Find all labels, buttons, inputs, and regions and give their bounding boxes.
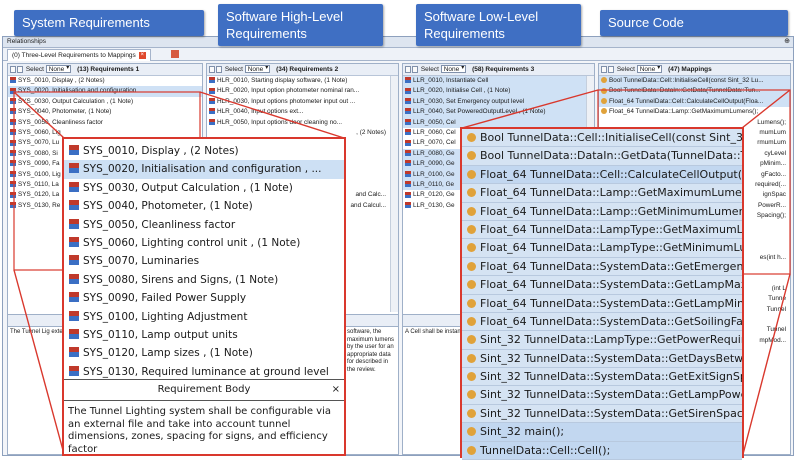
connector-line bbox=[13, 269, 65, 455]
requirement-icon bbox=[69, 218, 79, 229]
requirement-icon bbox=[69, 236, 79, 247]
function-icon bbox=[467, 280, 476, 290]
requirement-icon bbox=[69, 200, 79, 211]
zoom-source-code: Bool TunnelData::Cell::InitialiseCell(co… bbox=[460, 127, 744, 461]
list-item[interactable]: Float_64 TunnelData::SystemData::GetLamp… bbox=[462, 294, 742, 313]
function-icon bbox=[467, 427, 476, 437]
connector-line bbox=[13, 91, 65, 139]
list-item[interactable]: Float_64 TunnelData::SystemData::GetSoil… bbox=[462, 312, 742, 332]
function-icon bbox=[467, 261, 476, 271]
list-item[interactable]: Bool TunnelData::Cell::InitialiseCell(co… bbox=[462, 129, 742, 148]
list-item[interactable]: Float_64 TunnelData::SystemData::GetEmer… bbox=[462, 257, 742, 277]
function-icon bbox=[467, 353, 476, 363]
function-icon bbox=[467, 169, 476, 179]
function-icon bbox=[467, 243, 476, 253]
list-item[interactable]: Sint_32 TunnelData::SystemData::GetDaysB… bbox=[462, 349, 742, 369]
list-item[interactable]: SYS_0010, Display , (2 Notes) bbox=[64, 142, 344, 160]
list-item[interactable]: Sint_32 main(); bbox=[462, 423, 742, 442]
requirement-icon bbox=[69, 328, 79, 339]
list-item[interactable]: Float_64 TunnelData::LampType::GetMinimu… bbox=[462, 239, 742, 258]
function-icon bbox=[467, 224, 476, 234]
function-icon bbox=[467, 335, 476, 345]
list-item[interactable]: Sint_32 TunnelData::LampType::GetPowerRe… bbox=[462, 331, 742, 350]
function-icon bbox=[467, 445, 476, 455]
list-item[interactable]: SYS_0060, Lighting control unit , (1 Not… bbox=[64, 234, 344, 252]
zoom-source-list: Bool TunnelData::Cell::InitialiseCell(co… bbox=[462, 129, 742, 461]
zoom-system-requirements: SYS_0010, Display , (2 Notes) SYS_0020, … bbox=[62, 137, 346, 456]
list-item[interactable]: Float_64 TunnelData::SystemData::GetLamp… bbox=[462, 276, 742, 295]
list-item[interactable]: SYS_0120, Lamp sizes , (1 Note) bbox=[64, 344, 344, 362]
list-item[interactable]: Sint_32 TunnelData::SystemData::GetExitS… bbox=[462, 368, 742, 387]
function-icon bbox=[467, 133, 476, 142]
list-item[interactable]: Sint_32 TunnelData::SystemData::GetLampP… bbox=[462, 386, 742, 405]
requirement-icon bbox=[69, 365, 79, 376]
function-icon bbox=[467, 298, 476, 308]
connector-line bbox=[461, 89, 599, 129]
function-icon bbox=[467, 316, 476, 326]
requirement-icon bbox=[69, 310, 79, 321]
requirement-icon bbox=[69, 255, 79, 266]
requirement-body-text: The Tunnel Lighting system shall be conf… bbox=[68, 406, 331, 455]
function-icon bbox=[467, 372, 476, 382]
connector-line bbox=[741, 273, 791, 459]
function-icon bbox=[467, 408, 476, 418]
list-item[interactable]: SYS_0070, Luminaries bbox=[64, 252, 344, 270]
stage: Relationships ⊕ (0) Three-Level Requirem… bbox=[0, 0, 796, 471]
list-item[interactable]: SYS_0090, Failed Power Supply bbox=[64, 289, 344, 307]
requirement-icon bbox=[69, 145, 79, 155]
function-icon bbox=[467, 206, 476, 216]
list-item[interactable]: Float_64 TunnelData::LampType::GetMaximu… bbox=[462, 220, 742, 240]
list-item[interactable]: Float_64 TunnelData::Cell::CalculateCell… bbox=[462, 165, 742, 185]
list-item[interactable]: SYS_0100, Lighting Adjustment bbox=[64, 308, 344, 326]
requirement-icon bbox=[69, 181, 79, 192]
close-icon[interactable]: × bbox=[332, 380, 340, 400]
requirement-body-title: Requirement Body bbox=[157, 384, 251, 395]
connector-line bbox=[741, 89, 791, 129]
list-item[interactable]: SYS_0110, Lamp output units bbox=[64, 326, 344, 344]
list-item[interactable]: Bool TunnelData::DataIn::GetData(TunnelD… bbox=[462, 147, 742, 166]
connector-line bbox=[199, 91, 345, 139]
zoom-requirements-list: SYS_0010, Display , (2 Notes) SYS_0020, … bbox=[64, 139, 344, 381]
list-item[interactable]: SYS_0030, Output Calculation , (1 Note) bbox=[64, 179, 344, 197]
requirement-body-header: Requirement Body × bbox=[64, 379, 344, 401]
list-item[interactable]: Float_64 TunnelData::Lamp::GetMinimumLum… bbox=[462, 202, 742, 221]
requirement-icon bbox=[69, 163, 79, 174]
requirement-icon bbox=[69, 273, 79, 284]
list-item[interactable]: TunnelData::Cell::Cell(); bbox=[462, 441, 742, 461]
list-item[interactable]: Float_64 TunnelData::Lamp::GetMaximumLum… bbox=[462, 184, 742, 203]
list-item[interactable]: SYS_0040, Photometer, (1 Note) bbox=[64, 197, 344, 215]
list-item[interactable]: SYS_0050, Cleanliness factor bbox=[64, 216, 344, 234]
requirement-icon bbox=[69, 292, 79, 303]
function-icon bbox=[467, 188, 476, 198]
requirement-icon bbox=[69, 347, 79, 358]
list-item[interactable]: SYS_0080, Sirens and Signs, (1 Note) bbox=[64, 271, 344, 289]
list-item[interactable]: SYS_0020, Initialisation and configurati… bbox=[64, 160, 344, 179]
list-item[interactable]: Sint_32 TunnelData::SystemData::GetSiren… bbox=[462, 404, 742, 424]
function-icon bbox=[467, 390, 476, 400]
function-icon bbox=[467, 151, 476, 161]
